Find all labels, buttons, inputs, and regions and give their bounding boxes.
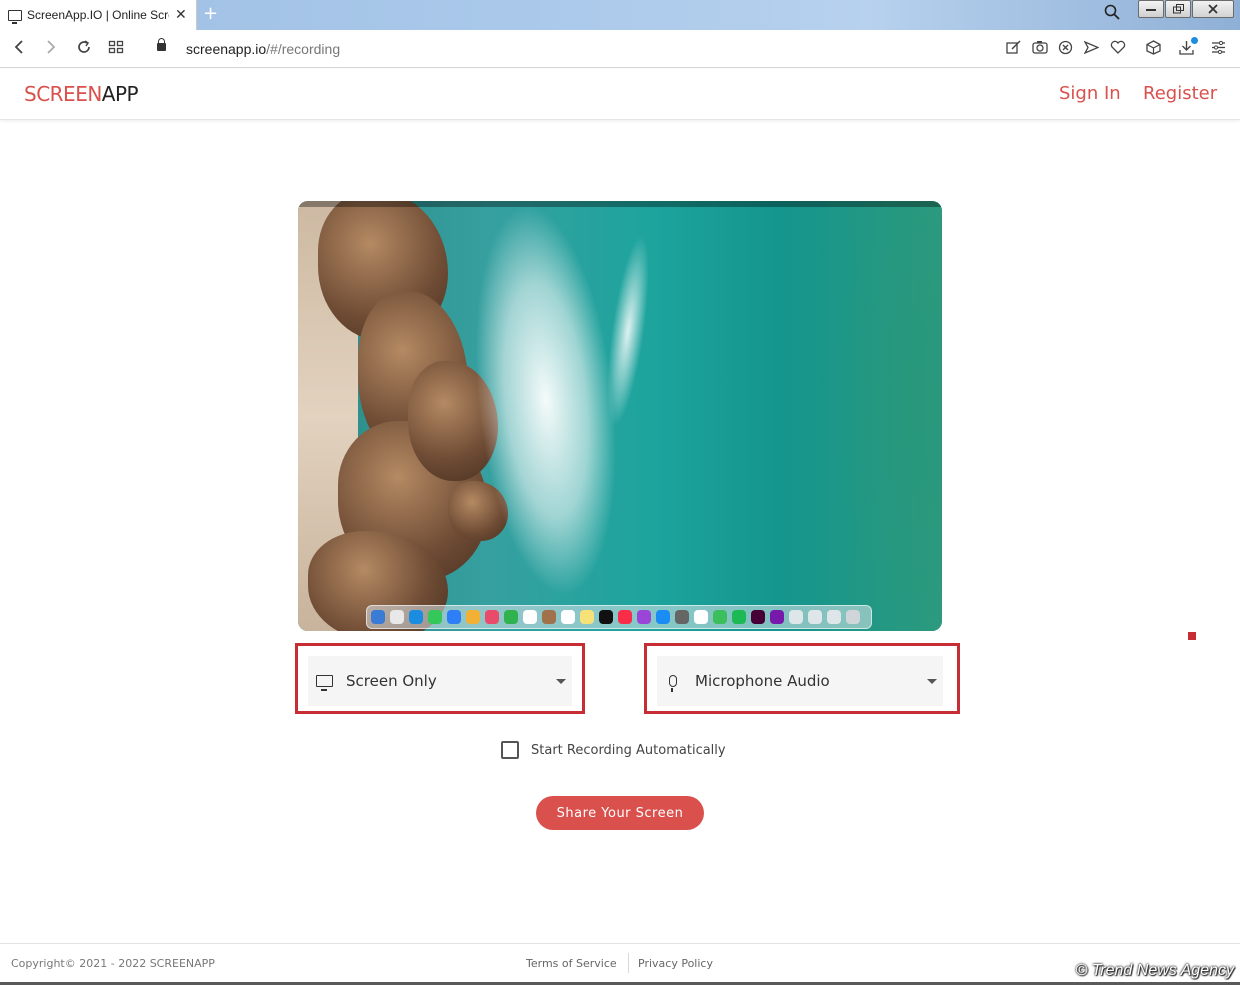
url-path: /#/recording [266,41,341,57]
reload-icon[interactable] [76,39,92,59]
audio-source-select[interactable]: Microphone Audio [644,643,960,714]
video-source-field[interactable]: Screen Only [308,656,572,706]
browser-tab-active[interactable]: ScreenApp.IO | Online Scre ✕ [0,0,197,30]
audio-source-field[interactable]: Microphone Audio [657,656,943,706]
copyright-text: Copyright© 2021 - 2022 SCREENAPP [11,957,215,970]
cube-icon[interactable] [1146,40,1161,59]
screen-preview-image [298,201,942,631]
easy-setup-icon[interactable] [1211,40,1226,59]
heart-icon[interactable] [1110,40,1126,59]
auto-start-label[interactable]: Start Recording Automatically [531,743,726,758]
download-notification-dot [1191,37,1198,44]
sign-in-link[interactable]: Sign In [1059,83,1121,104]
privacy-link[interactable]: Privacy Policy [638,957,713,970]
block-icon[interactable] [1058,40,1073,59]
footer: Copyright© 2021 - 2022 SCREENAPP Terms o… [0,943,1240,986]
watermark: © Trend News Agency [1075,962,1234,979]
camera-icon[interactable] [1032,40,1048,58]
app-header: SCREENAPP Sign In Register [0,69,1240,120]
close-tab-icon[interactable]: ✕ [175,7,187,23]
monitor-icon [312,675,336,691]
window-controls [1137,0,1234,18]
minimize-icon[interactable] [1138,0,1164,18]
close-window-icon[interactable] [1192,0,1234,18]
url-host: screenapp.io [186,41,267,57]
browser-address-bar: screenapp.io/#/recording [0,30,1240,68]
annotation-marker [1188,632,1196,640]
forward-icon[interactable] [44,39,58,59]
preview-dock [366,605,872,629]
new-tab-icon[interactable]: + [203,5,218,23]
terms-link[interactable]: Terms of Service [526,957,617,970]
audio-source-value: Microphone Audio [695,672,830,690]
url-field[interactable]: screenapp.io/#/recording [186,41,340,57]
footer-divider [628,953,629,973]
edit-icon[interactable] [1006,40,1021,59]
auto-start-row[interactable]: Start Recording Automatically [501,741,726,759]
logo-part-app: APP [101,82,139,106]
browser-tab-strip: ScreenApp.IO | Online Scre ✕ + [0,0,1240,30]
microphone-icon [661,675,685,692]
search-icon[interactable] [1104,4,1120,24]
share-screen-button[interactable]: Share Your Screen [536,796,704,830]
logo[interactable]: SCREENAPP [24,82,139,106]
caret-down-icon[interactable] [927,678,937,684]
lock-icon[interactable] [157,38,166,51]
restore-icon[interactable] [1165,0,1191,18]
preview-menubar [298,201,942,207]
logo-part-screen: SCREEN [24,82,102,106]
send-icon[interactable] [1083,40,1100,59]
back-icon[interactable] [12,39,26,59]
monitor-icon [8,9,22,24]
speed-dial-icon[interactable] [108,39,124,59]
caret-down-icon[interactable] [556,678,566,684]
register-link[interactable]: Register [1143,83,1217,104]
auto-start-checkbox[interactable] [501,741,519,759]
tab-title: ScreenApp.IO | Online Scre [27,8,169,22]
video-source-value: Screen Only [346,672,437,690]
video-source-select[interactable]: Screen Only [295,643,585,714]
